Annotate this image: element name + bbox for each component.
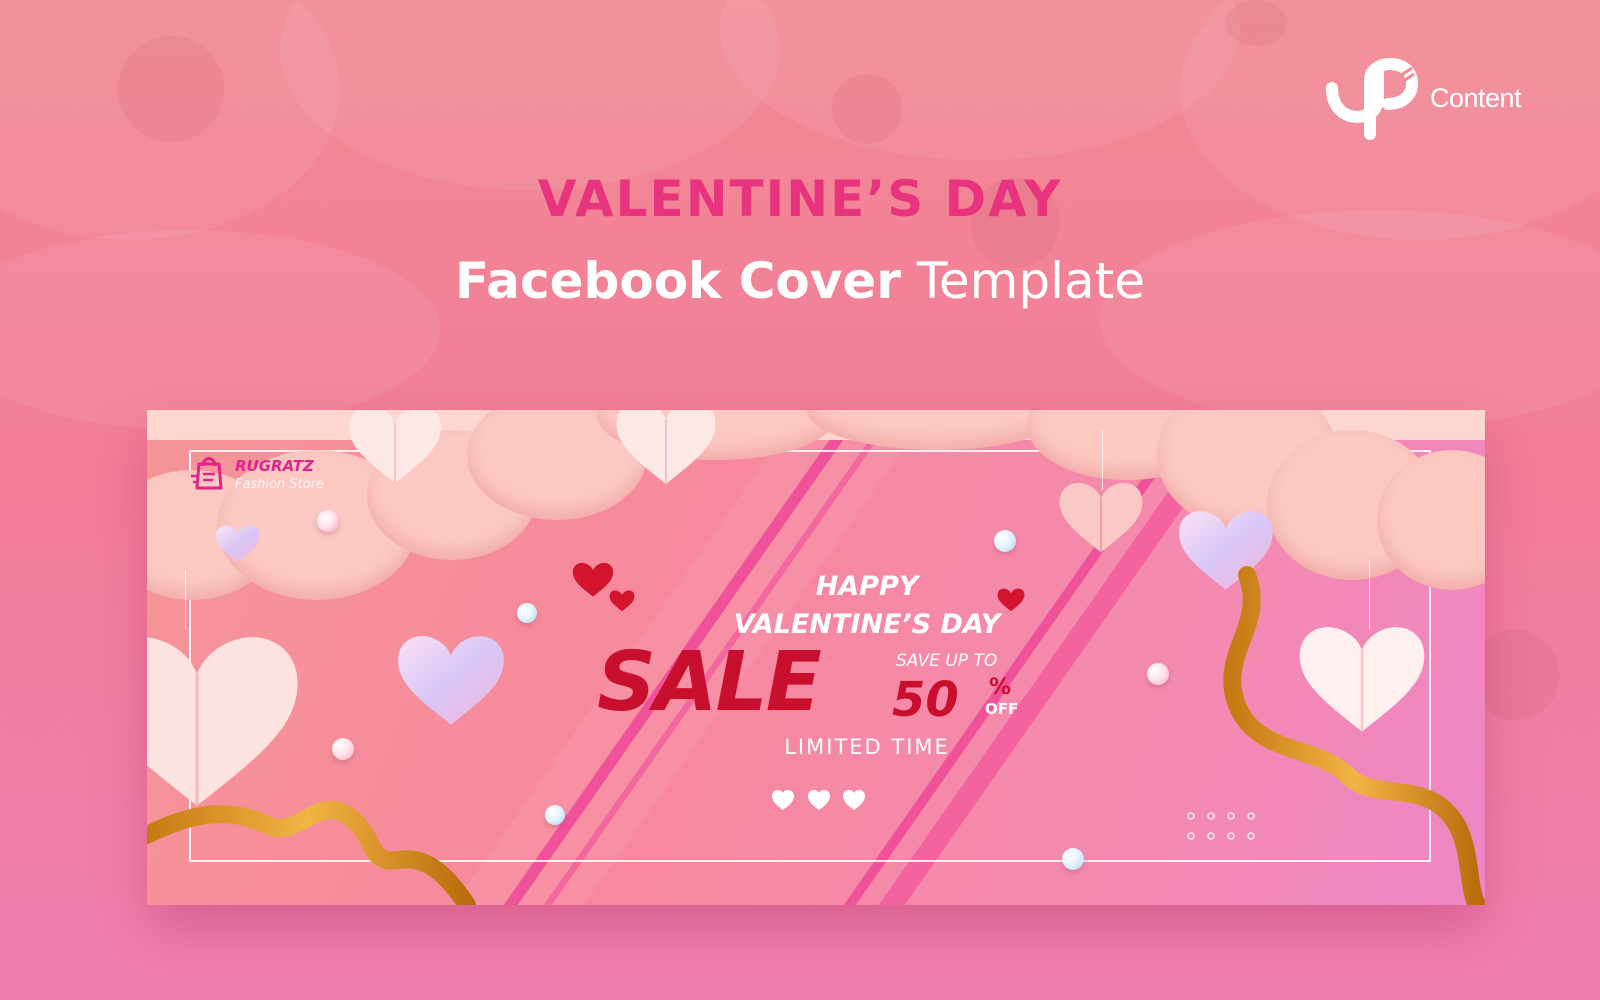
red-heart-icon [572,562,614,597]
gold-ribbon [147,800,476,905]
paper-heart-icon [349,410,441,483]
pearl-bead [517,603,537,623]
background-cloud [1100,210,1600,430]
shopping-bag-icon [191,457,223,490]
gold-ribbon [1223,566,1485,905]
store-name: RUGRATZ [235,457,314,475]
limited-time-text: LIMITED TIME [784,735,950,759]
discount-number: 50 [892,672,959,728]
brand-logo: Content [1326,58,1556,148]
pearl-bead [1062,848,1084,870]
subtitle-bold: Facebook Cover [455,252,901,310]
paper-heart-icon [1059,482,1143,553]
jp-logo-icon [1326,58,1419,140]
discount-off: OFF [985,700,1019,718]
background-bubble [118,36,224,142]
mini-hearts-icon [772,790,865,810]
pearl-bead [994,530,1016,552]
paper-heart-icon [616,410,716,484]
background-cloud [280,0,780,190]
pearl-bead [317,510,339,532]
subtitle-light: Template [916,252,1145,310]
hanging-string [185,570,186,630]
dot-grid-icon [1187,812,1255,840]
red-heart-icon [609,590,635,612]
pearl-bead [545,805,565,825]
holographic-heart-icon [398,636,504,725]
pearl-bead [332,738,354,760]
background-cloud [720,0,1240,160]
hanging-string [1102,430,1103,490]
brand-name: Content [1430,83,1522,113]
greeting-text: HAPPY VALENTINE’S DAY [647,568,1087,644]
page-subtitle: Facebook Cover Template [0,252,1600,310]
discount-percent: % [989,675,1012,700]
facebook-cover-preview: RUGRATZ Fashion Store HAPPY VALENTINE’S … [147,410,1485,905]
background-bubble [1225,0,1287,46]
save-up-to-text: SAVE UP TO [896,651,998,671]
sale-text: SALE [597,635,822,730]
holographic-heart-icon [216,525,260,563]
store-tagline: Fashion Store [235,477,325,492]
greeting-line-1: HAPPY [815,571,919,602]
pearl-bead [1147,663,1169,685]
page-title: VALENTINE’S DAY [537,170,1063,228]
background-bubble [832,74,902,144]
